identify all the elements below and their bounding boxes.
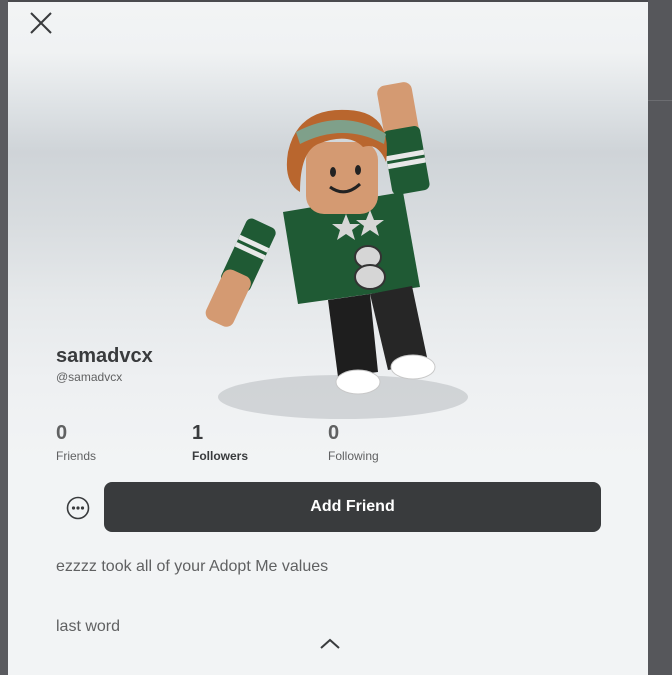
avatar-image [205,82,468,419]
chevron-up-icon[interactable] [318,632,342,656]
following-label: Following [328,449,379,463]
stat-following[interactable]: 0 Following [328,422,438,463]
backdrop-left [0,0,8,675]
following-count: 0 [328,422,340,444]
friends-count: 0 [56,422,68,444]
more-options-icon[interactable] [64,494,92,522]
profile-modal: samadvcx @samadvcx 0 Friends 1 Followers… [8,2,648,675]
bio-line-2: last word [56,618,121,635]
close-icon[interactable] [26,8,56,38]
followers-label: Followers [192,449,249,463]
followers-count: 1 [192,422,204,444]
display-name: samadvcx [56,345,153,367]
friends-label: Friends [56,449,97,463]
stat-followers[interactable]: 1 Followers [192,422,302,463]
bio-line-1: ezzzz took all of your Adopt Me values [56,558,329,575]
stat-friends[interactable]: 0 Friends [56,422,166,463]
add-friend-button[interactable]: Add Friend [104,482,601,532]
backdrop-right [648,0,672,675]
username-handle: @samadvcx [56,370,123,384]
